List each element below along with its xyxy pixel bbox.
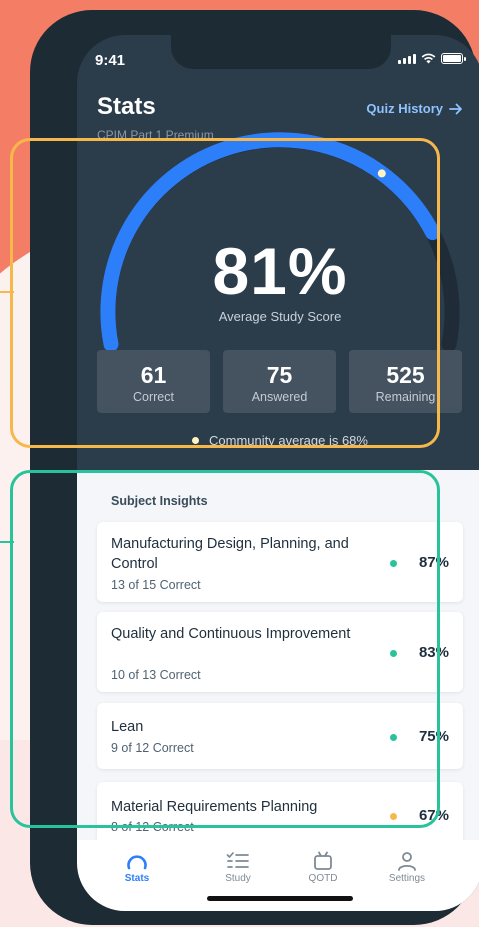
insights-title: Subject Insights bbox=[111, 494, 208, 508]
battery-icon bbox=[441, 53, 466, 64]
tab-study[interactable]: Study bbox=[198, 850, 278, 884]
stat-remaining: 525 Remaining bbox=[349, 350, 462, 413]
insight-sub: 13 of 15 Correct bbox=[111, 578, 201, 592]
stat-correct-value: 61 bbox=[140, 362, 167, 388]
tab-stats[interactable]: Stats bbox=[97, 850, 177, 884]
stat-correct-label: Correct bbox=[133, 390, 174, 404]
status-dot-green bbox=[390, 650, 397, 657]
quiz-history-link[interactable]: Quiz History bbox=[366, 101, 463, 116]
tab-settings[interactable]: Settings bbox=[367, 850, 447, 884]
insight-name: Manufacturing Design, Planning, and Cont… bbox=[111, 536, 349, 572]
calendar-icon bbox=[314, 851, 332, 870]
wifi-icon bbox=[421, 53, 436, 64]
phone-notch bbox=[171, 35, 391, 69]
insight-percent: 87% bbox=[418, 554, 449, 571]
checklist-icon bbox=[226, 852, 249, 868]
insight-card-mrp[interactable]: Material Requirements Planning 8 of 12 C… bbox=[97, 782, 463, 848]
community-average-marker bbox=[377, 169, 386, 178]
insight-name: Lean bbox=[111, 719, 144, 735]
tab-qotd-label: QOTD bbox=[308, 873, 338, 884]
subject-insights: Subject Insights Manufacturing Design, P… bbox=[77, 470, 479, 848]
guide-line-top bbox=[0, 291, 14, 293]
tab-study-label: Study bbox=[225, 873, 251, 884]
tab-settings-label: Settings bbox=[388, 873, 426, 884]
tab-bar: Stats Study QOTD Settings bbox=[77, 840, 479, 911]
insight-card-manufacturing[interactable]: Manufacturing Design, Planning, and Cont… bbox=[97, 522, 463, 602]
insight-sub: 8 of 12 Correct bbox=[111, 820, 194, 834]
community-average-text: Community average is 68% bbox=[209, 433, 368, 448]
stat-answered: 75 Answered bbox=[223, 350, 336, 413]
stat-remaining-label: Remaining bbox=[375, 390, 436, 404]
stat-answered-label: Answered bbox=[251, 390, 308, 404]
stats-gauge-icon bbox=[127, 855, 147, 870]
tab-stats-label: Stats bbox=[124, 873, 150, 884]
page-subtitle: CPIM Part 1 Premium bbox=[97, 128, 214, 142]
insight-percent: 83% bbox=[418, 644, 449, 661]
insight-sub: 10 of 13 Correct bbox=[111, 668, 201, 682]
tab-qotd[interactable]: QOTD bbox=[283, 850, 363, 884]
stat-remaining-value: 525 bbox=[386, 362, 425, 388]
status-icons bbox=[398, 53, 466, 64]
stat-answered-value: 75 bbox=[266, 362, 293, 388]
status-dot-orange bbox=[390, 813, 397, 820]
insight-percent: 75% bbox=[418, 728, 449, 745]
quiz-history-label: Quiz History bbox=[366, 101, 443, 116]
score-value: 81% bbox=[212, 234, 348, 308]
insight-sub: 9 of 12 Correct bbox=[111, 741, 194, 755]
app-screen: 9:41 Stats Quiz History CPIM Part 1 Prem… bbox=[77, 35, 479, 911]
score-label: Average Study Score bbox=[218, 309, 342, 324]
signal-icon bbox=[398, 53, 416, 64]
person-icon bbox=[398, 852, 416, 871]
page-title: Stats bbox=[97, 93, 156, 120]
insight-card-quality[interactable]: Quality and Continuous Improvement 10 of… bbox=[97, 612, 463, 692]
status-dot-green bbox=[390, 734, 397, 741]
insight-name: Quality and Continuous Improvement bbox=[111, 626, 351, 642]
insight-name: Material Requirements Planning bbox=[111, 799, 318, 815]
insight-card-lean[interactable]: Lean 9 of 12 Correct 75% bbox=[97, 703, 463, 769]
stat-correct: 61 Correct bbox=[97, 350, 210, 413]
community-average: Community average is 68% bbox=[77, 433, 479, 448]
status-time: 9:41 bbox=[95, 52, 126, 69]
home-indicator bbox=[207, 896, 353, 901]
guide-line-bottom bbox=[0, 541, 14, 543]
community-dot bbox=[192, 437, 200, 444]
status-dot-green bbox=[390, 560, 397, 567]
insight-percent: 67% bbox=[418, 807, 449, 824]
arrow-right-icon bbox=[449, 103, 462, 114]
phone-frame: 9:41 Stats Quiz History CPIM Part 1 Prem… bbox=[10, 10, 479, 925]
